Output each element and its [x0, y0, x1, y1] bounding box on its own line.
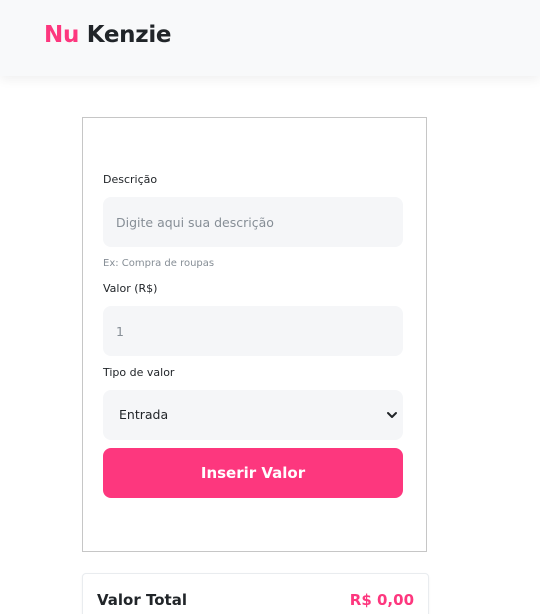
total-label: Valor Total — [97, 591, 187, 609]
app-header: Nu Kenzie — [0, 0, 540, 76]
description-hint: Ex: Compra de roupas — [103, 258, 215, 269]
type-select-value: Entrada — [119, 407, 169, 422]
transaction-form: Descrição Ex: Compra de roupas Valor (R$… — [82, 117, 427, 552]
value-label: Valor (R$) — [103, 282, 158, 295]
chevron-down-icon — [387, 412, 397, 418]
type-label: Tipo de valor — [103, 366, 175, 379]
description-input[interactable] — [103, 197, 403, 247]
value-input[interactable] — [103, 306, 403, 356]
total-card: Valor Total R$ 0,00 — [82, 573, 429, 614]
type-select[interactable]: Entrada — [103, 390, 403, 440]
logo: Nu Kenzie — [44, 22, 172, 48]
logo-kenzie: Kenzie — [86, 22, 172, 48]
description-label: Descrição — [103, 173, 158, 186]
insert-value-button[interactable]: Inserir Valor — [103, 448, 403, 498]
total-value: R$ 0,00 — [349, 591, 414, 609]
logo-nu: Nu — [44, 22, 80, 48]
